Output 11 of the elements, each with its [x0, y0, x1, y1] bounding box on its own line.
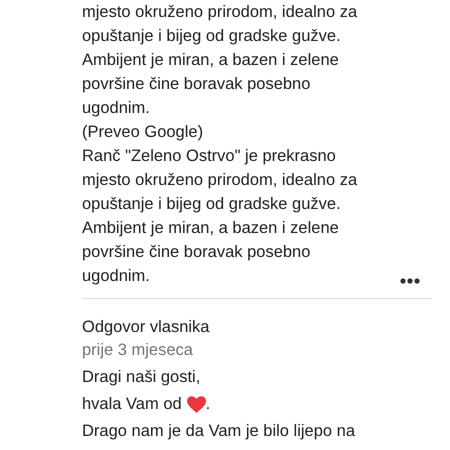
translation-note: (Preveo Google)	[82, 122, 204, 143]
review-text: mjesto okruženo prirodom, idealno za opuštanje i bijeg od gradske gužve. Ambijent je miran, a bazen i zelene površine čine boravak posebno ugodnim.	[82, 2, 358, 119]
reply-title: Odgovor vlasnika	[82, 317, 210, 338]
reply-text: hvala Vam od	[82, 394, 182, 415]
reply-text: Drago nam je da Vam je bilo lijepo na	[82, 421, 356, 442]
reply-text: Dragi naši gosti,	[82, 367, 202, 388]
review-text: Ranč "Zeleno Ostrvo" je prekrasno mjesto okruženo prirodom, idealno za opuštanje i bijeg od gradske gužve. Ambijent je miran, a bazen i zelene površine čine boravak posebno ugodnim.	[82, 146, 358, 287]
heart-icon	[186, 396, 206, 412]
reply-text: .	[206, 394, 210, 415]
more-options-icon[interactable]	[398, 276, 422, 286]
reply-time: prije 3 mjeseca	[82, 340, 194, 361]
